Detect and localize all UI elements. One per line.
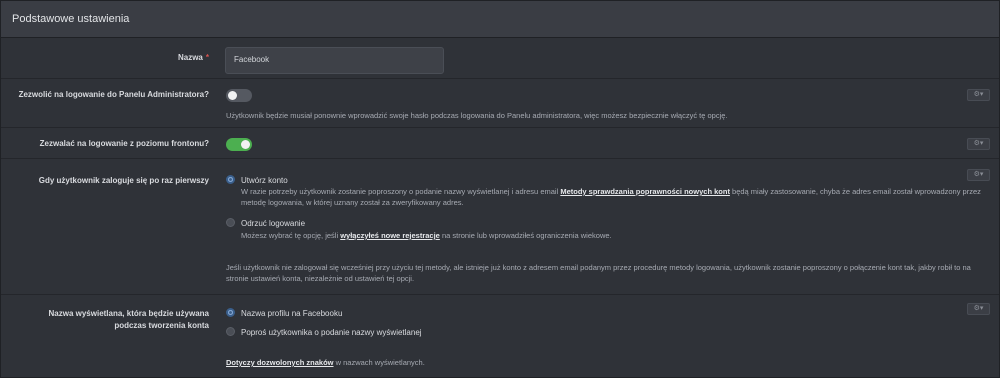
create-account-description: W razie potrzeby użytkownik zostanie pop…	[241, 186, 981, 208]
allowed-characters-link[interactable]: Dotyczy dozwolonych znaków	[226, 358, 334, 367]
reject-login-description: Możesz wybrać tę opcję, jeśli wyłączyłeś…	[241, 230, 981, 241]
display-name-label: Nazwa wyświetlana, która będzie używana …	[49, 308, 210, 332]
note-text: w nazwach wyświetlanych.	[333, 358, 425, 367]
frontend-login-row: Zezwalać na logowanie z poziomu frontonu…	[1, 129, 999, 159]
facebook-profile-name-label: Nazwa profilu na Facebooku	[241, 309, 343, 318]
required-mark: *	[205, 53, 209, 62]
toggle-knob	[228, 91, 237, 100]
panel-header: Podstawowe ustawienia	[1, 1, 999, 38]
display-name-label-line2: podczas tworzenia konta	[114, 321, 209, 330]
frontend-login-toggle[interactable]	[226, 138, 252, 151]
panel-title: Podstawowe ustawienia	[12, 13, 130, 25]
desc-text: na stronie lub wprowadziłeś ograniczenia…	[439, 231, 612, 240]
ask-display-name-label: Poproś użytkownika o podanie nazwy wyświ…	[241, 328, 422, 337]
name-label-text: Nazwa	[177, 53, 203, 62]
toggle-knob	[241, 140, 250, 149]
gear-dropdown-button[interactable]: ⚙▾	[967, 89, 990, 101]
admin-login-row: Zezwolić na logowanie do Panelu Administ…	[1, 80, 999, 128]
desc-text: Możesz wybrać tę opcję, jeśli	[241, 231, 341, 240]
settings-panel: Podstawowe ustawienia Nazwa * Facebook Ze…	[0, 0, 1000, 378]
gear-dropdown-button[interactable]: ⚙▾	[967, 303, 990, 315]
first-login-label: Gdy użytkownik zaloguje się po raz pierw…	[38, 176, 209, 185]
create-account-option-label: Utwórz konto	[241, 176, 288, 185]
account-validation-link[interactable]: Metody sprawdzania poprawności nowych ko…	[560, 187, 730, 196]
admin-login-label: Zezwolić na logowanie do Panelu Administ…	[18, 90, 209, 99]
name-input[interactable]: Facebook	[225, 47, 444, 74]
display-name-row: Nazwa wyświetlana, która będzie używana …	[1, 296, 999, 376]
frontend-login-label: Zezwalać na logowanie z poziomu frontonu…	[39, 139, 209, 148]
reject-login-option-label: Odrzuć logowanie	[241, 219, 306, 228]
gear-dropdown-button[interactable]: ⚙▾	[967, 138, 990, 150]
reject-login-radio[interactable]	[226, 218, 235, 227]
name-label: Nazwa *	[178, 52, 209, 64]
first-login-row: Gdy użytkownik zaloguje się po raz pierw…	[1, 160, 999, 295]
disabled-registrations-link[interactable]: wyłączyłeś nowe rejestracje	[340, 231, 440, 240]
facebook-profile-name-radio[interactable]	[226, 308, 235, 317]
gear-dropdown-button[interactable]: ⚙▾	[967, 169, 990, 181]
create-account-radio[interactable]	[226, 175, 235, 184]
allowed-characters-note: Dotyczy dozwolonych znaków w nazwach wyś…	[226, 357, 425, 368]
display-name-label-line1: Nazwa wyświetlana, która będzie używana	[48, 309, 210, 318]
admin-login-hint: Użytkownik będzie musiał ponownie wprowa…	[226, 111, 728, 120]
account-linking-note: Jeśli użytkownik nie zalogował się wcześ…	[226, 263, 971, 283]
ask-display-name-radio[interactable]	[226, 327, 235, 336]
name-row: Nazwa * Facebook	[1, 39, 999, 79]
desc-text: W razie potrzeby użytkownik zostanie pop…	[241, 187, 561, 196]
admin-login-toggle[interactable]	[226, 89, 252, 102]
